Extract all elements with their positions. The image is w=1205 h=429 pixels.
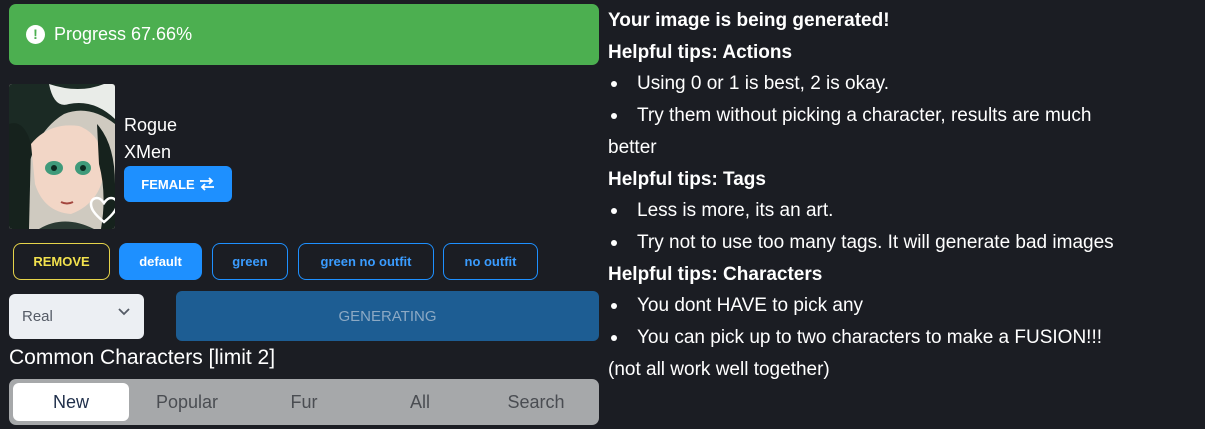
style-select-value: Real (22, 308, 53, 325)
progress-text: Progress 67.66% (54, 24, 193, 44)
character-series: XMen (124, 142, 172, 162)
tip-item: You dont HAVE to pick any (608, 290, 1203, 322)
tip-item: Using 0 or 1 is best, 2 is okay. (608, 68, 1203, 100)
info-icon: ! (26, 25, 45, 44)
tips-tags-title: Helpful tips: Tags (608, 168, 766, 190)
outfit-default-button[interactable]: default (119, 243, 202, 280)
progress-bar: ! Progress 67.66% (9, 4, 599, 65)
character-tabs: New Popular Fur All Search (9, 379, 599, 425)
character-avatar[interactable] (9, 84, 115, 229)
generate-button[interactable]: GENERATING (176, 291, 599, 341)
tip-item-continuation: better (608, 136, 657, 158)
tab-search[interactable]: Search (478, 383, 594, 421)
remove-button[interactable]: REMOVE (13, 243, 110, 280)
outfit-no-outfit-button[interactable]: no outfit (443, 243, 538, 280)
gender-label: FEMALE (141, 176, 195, 192)
generation-status-heading: Your image is being generated! (608, 10, 890, 31)
tip-item: Try not to use too many tags. It will ge… (608, 227, 1203, 259)
tab-new[interactable]: New (13, 383, 129, 421)
tab-fur[interactable]: Fur (246, 383, 362, 421)
tips-characters-title: Helpful tips: Characters (608, 263, 823, 285)
tab-all[interactable]: All (362, 383, 478, 421)
heart-icon[interactable] (89, 196, 115, 224)
outfit-green-button[interactable]: green (212, 243, 288, 280)
style-select[interactable]: Real (9, 294, 144, 339)
swap-arrows-icon (199, 177, 214, 191)
tab-popular[interactable]: Popular (129, 383, 245, 421)
outfit-green-no-outfit-button[interactable]: green no outfit (298, 243, 434, 280)
tip-item: Less is more, its an art. (608, 195, 1203, 227)
tip-item-continuation: (not all work well together) (608, 358, 830, 380)
tips-actions-title: Helpful tips: Actions (608, 41, 793, 63)
tip-item: Try them without picking a character, re… (608, 100, 1203, 132)
tips-panel: Your image is being generated! Helpful t… (608, 5, 1203, 385)
common-characters-title: Common Characters [limit 2] (9, 346, 276, 369)
character-name: Rogue (124, 115, 178, 135)
tip-item: You can pick up to two characters to mak… (608, 322, 1203, 354)
chevron-down-icon (118, 308, 130, 316)
gender-toggle-button[interactable]: FEMALE (124, 166, 232, 202)
